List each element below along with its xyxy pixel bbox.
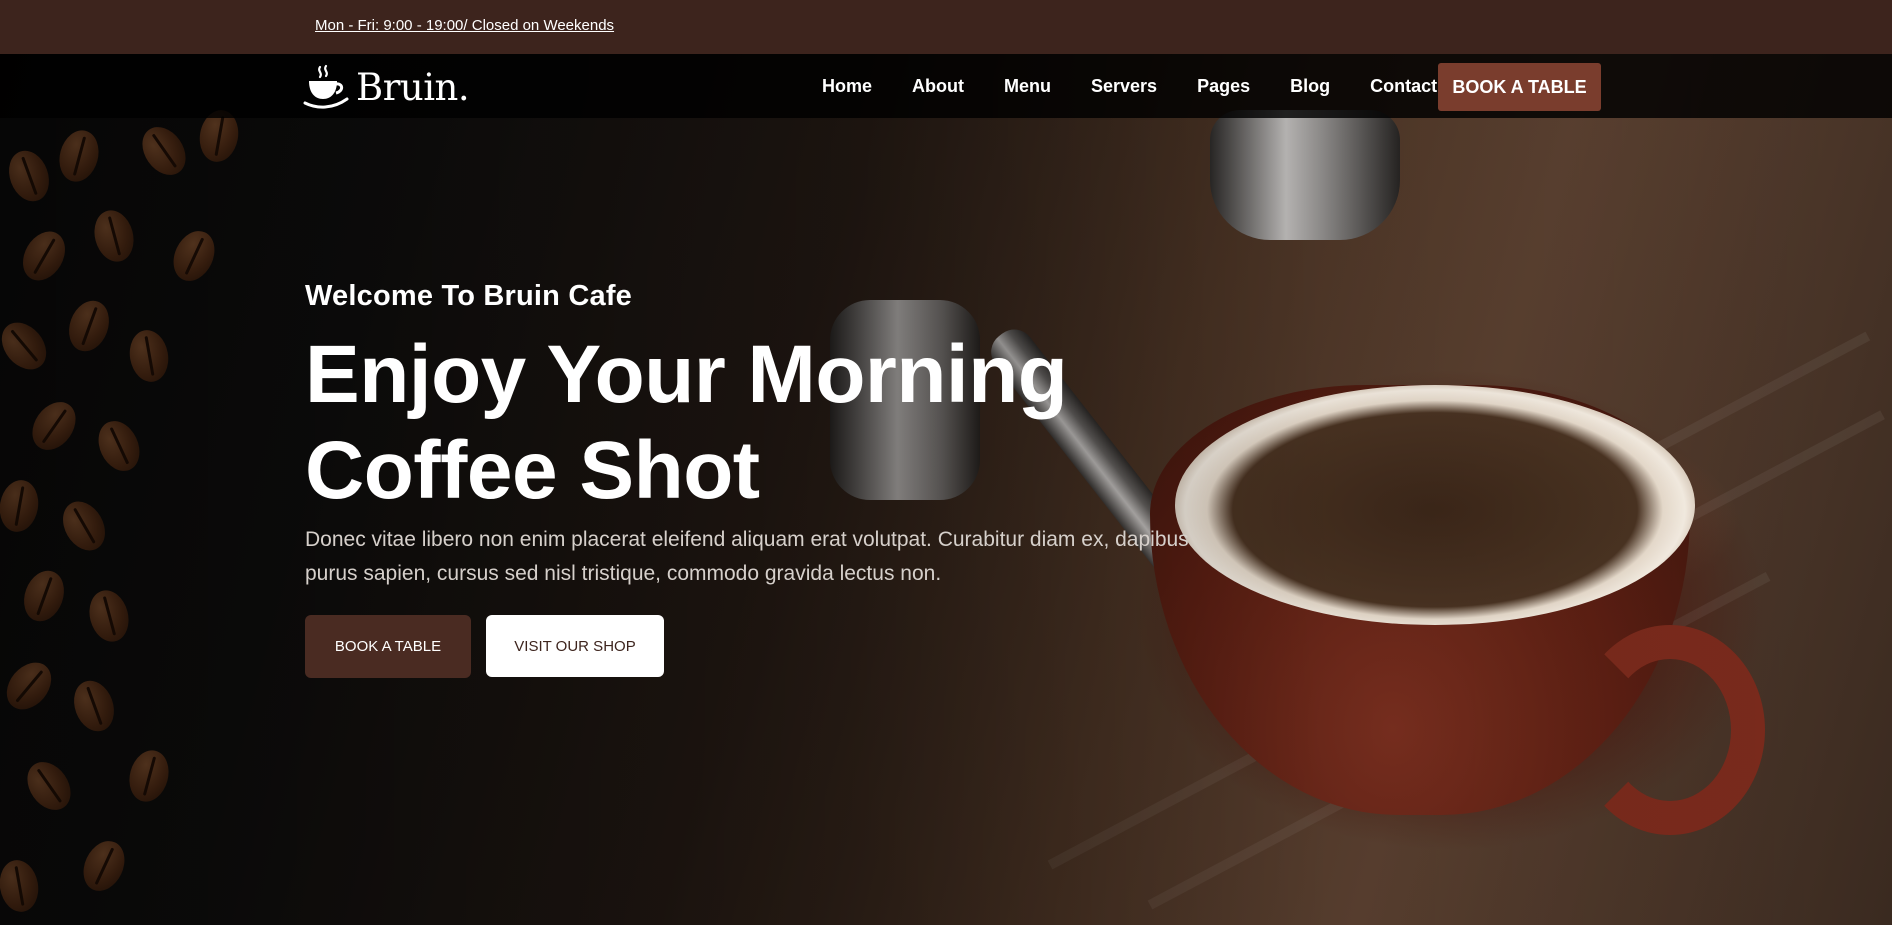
hero-eyebrow: Welcome To Bruin Cafe [305,280,633,312]
hero-cta-row: BOOK A TABLE VISIT OUR SHOP [305,615,1205,678]
nav-links: Home About Menu Servers Pages Blog Conta… [822,54,1477,118]
logo-wordmark: Bruin. [356,65,470,109]
nav-link-home[interactable]: Home [822,76,872,97]
nav-link-about[interactable]: About [912,76,964,97]
nav-link-servers[interactable]: Servers [1091,76,1157,97]
book-table-button[interactable]: BOOK A TABLE [305,615,471,678]
nav-link-menu[interactable]: Menu [1004,76,1051,97]
nav-link-pages[interactable]: Pages [1197,76,1250,97]
nav-book-table-button[interactable]: BOOK A TABLE [1438,63,1601,111]
top-info-bar: Mon - Fri: 9:00 - 19:00/ Closed on Weeke… [0,0,1892,54]
nav-link-contact[interactable]: Contact [1370,76,1437,97]
nav-link-blog[interactable]: Blog [1290,76,1330,97]
hero-section: Welcome To Bruin Cafe Enjoy Your Morning… [305,280,1205,678]
hero-description: Donec vitae libero non enim placerat ele… [305,528,1189,585]
hero-headline: Enjoy Your Morning Coffee Shot [305,327,1205,519]
hero-headline-line-2: Coffee Shot [305,425,760,516]
visit-shop-button[interactable]: VISIT OUR SHOP [486,615,664,677]
main-navigation: Bruin. Home About Menu Servers Pages Blo… [0,54,1892,118]
opening-hours-link[interactable]: Mon - Fri: 9:00 - 19:00/ Closed on Weeke… [315,17,614,34]
site-logo[interactable]: Bruin. [303,62,470,112]
hero-headline-line-1: Enjoy Your Morning [305,329,1068,420]
coffee-cup-icon [303,64,349,109]
